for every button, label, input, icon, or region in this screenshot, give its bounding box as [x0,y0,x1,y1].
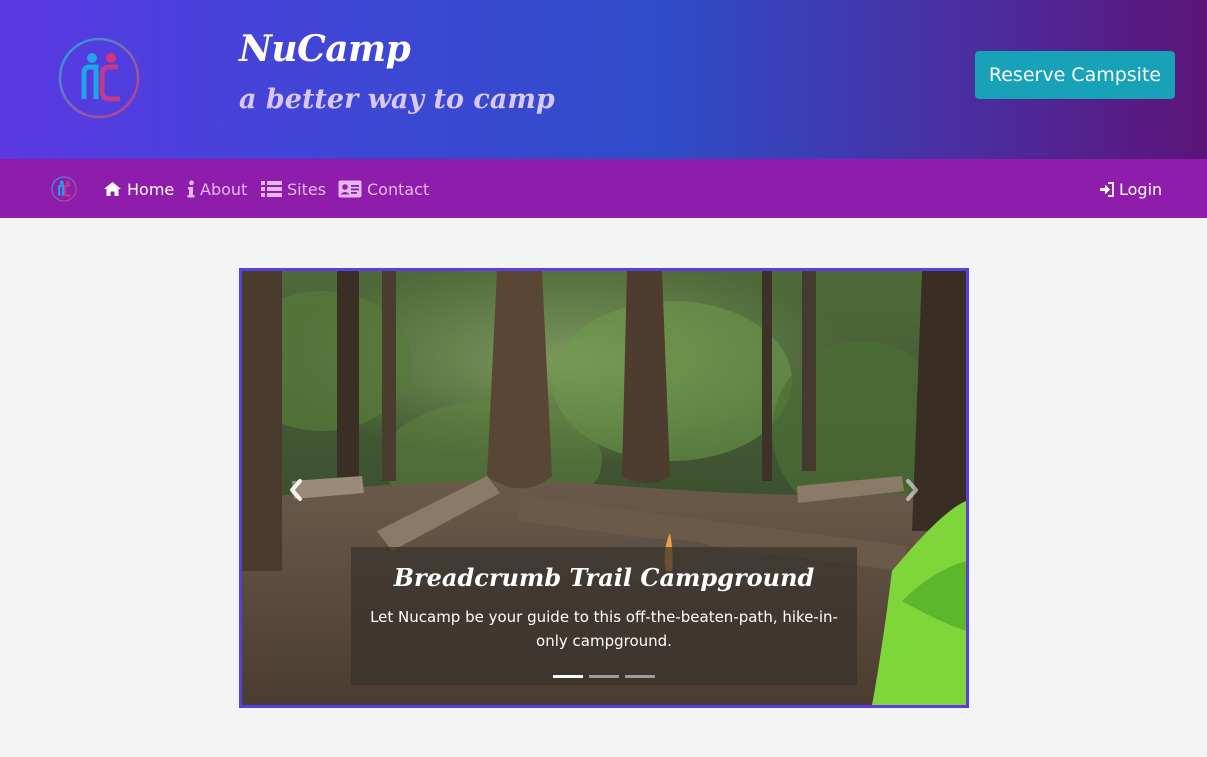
login-link[interactable]: Login [1100,177,1162,201]
nav-item-contact[interactable]: Contact [338,177,429,201]
navbar-logo[interactable] [51,176,77,202]
carousel-indicator-2[interactable] [589,675,619,678]
carousel-indicator-1[interactable] [553,675,583,678]
address-card-icon [338,180,362,198]
home-icon [104,182,121,196]
caption-text: Let Nucamp be your guide to this off-the… [370,608,838,650]
nav-label-home: Home [127,179,175,199]
info-icon [187,180,195,198]
nav-label-sites: Sites [287,179,327,199]
carousel-indicator-3[interactable] [625,675,655,678]
main-navbar: Home About Sites Contact Login [0,159,1207,218]
reserve-campsite-button[interactable]: Reserve Campsite [975,51,1175,99]
nav-item-about[interactable]: About [187,177,247,201]
login-label: Login [1119,179,1163,199]
nav-item-sites[interactable]: Sites [261,177,326,201]
nucamp-logo [58,37,140,119]
caption-title: Breadcrumb Trail Campground [393,563,815,592]
nav-label-about: About [200,179,248,199]
sign-in-icon [1100,181,1114,197]
carousel-caption: Breadcrumb Trail Campground Let Nucamp b… [351,547,857,685]
nav-label-contact: Contact [367,179,430,199]
brand-subtitle: a better way to camp [239,84,555,115]
campsite-carousel[interactable]: Breadcrumb Trail Campground Let Nucamp b… [239,268,969,708]
jumbotron-header: NuCamp a better way to camp Reserve Camp… [0,0,1207,159]
carousel-next-button[interactable] [902,476,922,504]
nav-item-home[interactable]: Home [103,177,174,201]
carousel-prev-button[interactable] [286,476,306,504]
list-icon [261,181,282,197]
brand-title: NuCamp [239,28,411,70]
